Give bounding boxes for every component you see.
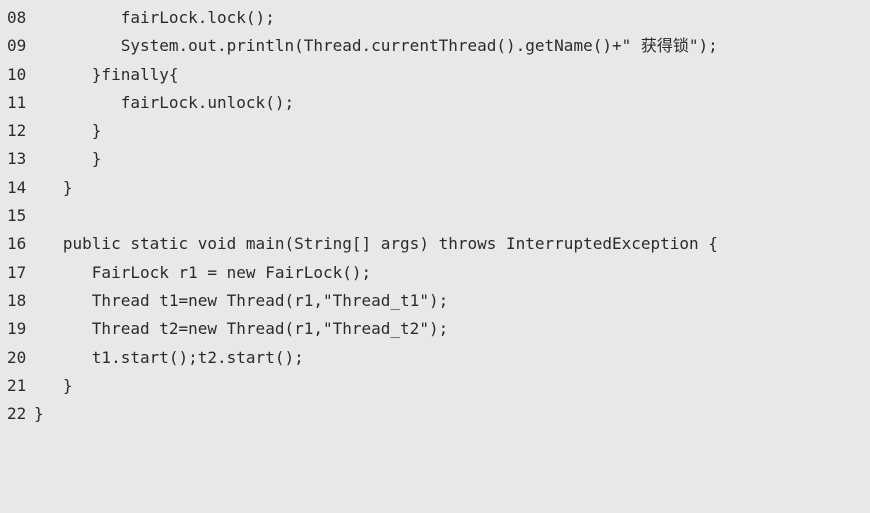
code-line: 12 } xyxy=(0,117,870,145)
code-block: 08 fairLock.lock(); 09 System.out.printl… xyxy=(0,0,870,428)
line-number: 17 xyxy=(7,262,27,282)
line-number: 11 xyxy=(7,92,27,112)
line-code: } xyxy=(34,149,102,169)
line-number: 10 xyxy=(7,64,27,84)
line-number: 19 xyxy=(7,319,27,339)
code-line: 09 System.out.println(Thread.currentThre… xyxy=(0,32,870,60)
line-code: FairLock r1 = new FairLock(); xyxy=(34,262,372,282)
line-number: 15 xyxy=(7,206,27,226)
line-code: public static void main(String[] args) t… xyxy=(34,234,718,254)
code-line: 17 FairLock r1 = new FairLock(); xyxy=(0,259,870,287)
line-code: } xyxy=(34,121,102,141)
line-code: Thread t2=new Thread(r1,"Thread_t2"); xyxy=(34,319,449,339)
line-code: } xyxy=(34,177,73,197)
line-code: fairLock.lock(); xyxy=(34,8,275,27)
code-line: 21 } xyxy=(0,372,870,400)
code-line: 16 public static void main(String[] args… xyxy=(0,230,870,258)
line-code: System.out.println(Thread.currentThread(… xyxy=(34,36,718,56)
code-line: 15 xyxy=(0,202,870,230)
code-line: 20 t1.start();t2.start(); xyxy=(0,344,870,372)
line-code: fairLock.unlock(); xyxy=(34,92,295,112)
line-number: 22 xyxy=(7,404,27,424)
code-line: 13 } xyxy=(0,145,870,173)
code-line: 08 fairLock.lock(); xyxy=(0,4,870,32)
line-number: 14 xyxy=(7,177,27,197)
line-code: }finally{ xyxy=(34,64,179,84)
code-line: 19 Thread t2=new Thread(r1,"Thread_t2"); xyxy=(0,315,870,343)
line-code: t1.start();t2.start(); xyxy=(34,347,304,367)
line-number: 12 xyxy=(7,121,27,141)
line-number: 13 xyxy=(7,149,27,169)
code-line: 14 } xyxy=(0,174,870,202)
line-number: 18 xyxy=(7,290,27,310)
line-number: 09 xyxy=(7,36,27,56)
line-number: 20 xyxy=(7,347,27,367)
line-code: } xyxy=(34,404,44,424)
code-line: 22 } xyxy=(0,400,870,428)
line-number: 21 xyxy=(7,375,27,395)
code-line: 10 }finally{ xyxy=(0,61,870,89)
code-line: 18 Thread t1=new Thread(r1,"Thread_t1"); xyxy=(0,287,870,315)
line-number: 16 xyxy=(7,234,27,254)
line-code: Thread t1=new Thread(r1,"Thread_t1"); xyxy=(34,290,449,310)
line-code: } xyxy=(34,375,73,395)
line-number: 08 xyxy=(7,8,27,27)
code-line: 11 fairLock.unlock(); xyxy=(0,89,870,117)
